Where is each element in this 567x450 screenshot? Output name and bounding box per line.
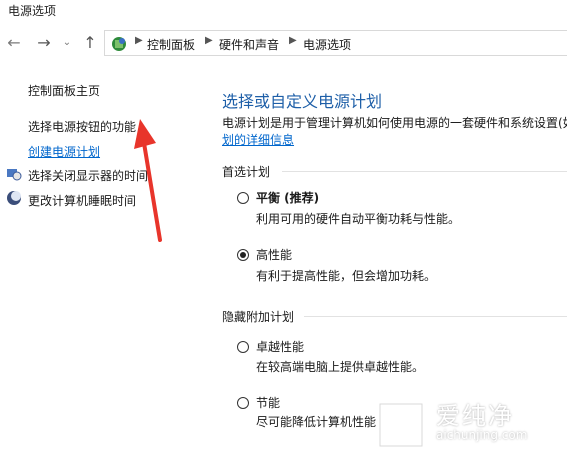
radio-power-saver[interactable] (237, 397, 249, 409)
sidebar-item-sleep-time[interactable]: 更改计算机睡眠时间 (28, 192, 136, 209)
plan-desc-balanced: 利用可用的硬件自动平衡功耗与性能。 (256, 212, 461, 226)
page-description: 电源计划是用于管理计算机如何使用电源的一套硬件和系统设置(如 (222, 116, 567, 130)
title-bar: 电源选项 (0, 0, 567, 22)
hidden-plans-label[interactable]: 隐藏附加计划 (222, 308, 294, 325)
radio-high-performance[interactable] (237, 249, 249, 261)
section-divider (304, 316, 567, 317)
control-panel-icon (112, 37, 126, 51)
window-title: 电源选项 (8, 4, 57, 18)
breadcrumb-separator-icon: ▶ (205, 35, 213, 46)
up-arrow-icon[interactable]: ↑ (80, 32, 100, 54)
plan-desc-power-saver: 尽可能降低计算机性能 (256, 415, 377, 429)
sidebar-item-control-panel-home[interactable]: 控制面板主页 (28, 82, 100, 99)
plan-desc-high-performance: 有利于提高性能，但会增加功耗。 (256, 269, 437, 283)
breadcrumb-power-options[interactable]: 电源选项 (303, 36, 351, 53)
radio-ultimate-performance[interactable] (237, 341, 249, 353)
plan-desc-ultimate-performance: 在较高端电脑上提供卓越性能。 (256, 360, 425, 374)
radio-balanced[interactable] (237, 192, 249, 204)
watermark-brand: 爱纯净 (436, 402, 514, 430)
plan-name-ultimate-performance[interactable]: 卓越性能 (256, 338, 304, 355)
chevron-down-icon[interactable]: ⌄ (60, 32, 74, 54)
watermark-url: aichunjing.com (436, 428, 528, 442)
breadcrumb-hardware-sound[interactable]: 硬件和声音 (219, 36, 279, 53)
plan-details-link[interactable]: 划的详细信息 (222, 131, 294, 148)
back-arrow-icon[interactable]: ← (4, 32, 24, 54)
display-clock-icon (7, 169, 22, 181)
address-bar[interactable]: ▶ 控制面板 ▶ 硬件和声音 ▶ 电源选项 (104, 30, 567, 56)
navigation-bar: ← → ⌄ ↑ ▶ 控制面板 ▶ 硬件和声音 ▶ 电源选项 (0, 26, 567, 60)
page-title: 选择或自定义电源计划 (222, 92, 383, 111)
plan-name-balanced[interactable]: 平衡 (推荐) (256, 189, 319, 206)
breadcrumb-separator-icon: ▶ (289, 35, 297, 46)
sleep-moon-icon (7, 191, 21, 205)
plan-name-high-performance[interactable]: 高性能 (256, 246, 292, 263)
sidebar-item-create-power-plan[interactable]: 创建电源计划 (28, 143, 100, 160)
sidebar-item-power-button-function[interactable]: 选择电源按钮的功能 (28, 118, 136, 135)
breadcrumb-control-panel[interactable]: 控制面板 (147, 36, 195, 53)
plan-name-power-saver[interactable]: 节能 (256, 394, 280, 411)
forward-arrow-icon[interactable]: → (34, 32, 54, 54)
preferred-plans-label: 首选计划 (222, 165, 271, 179)
breadcrumb-separator-icon: ▶ (135, 35, 143, 46)
section-divider (282, 171, 567, 172)
red-arrow-annotation (134, 119, 162, 242)
